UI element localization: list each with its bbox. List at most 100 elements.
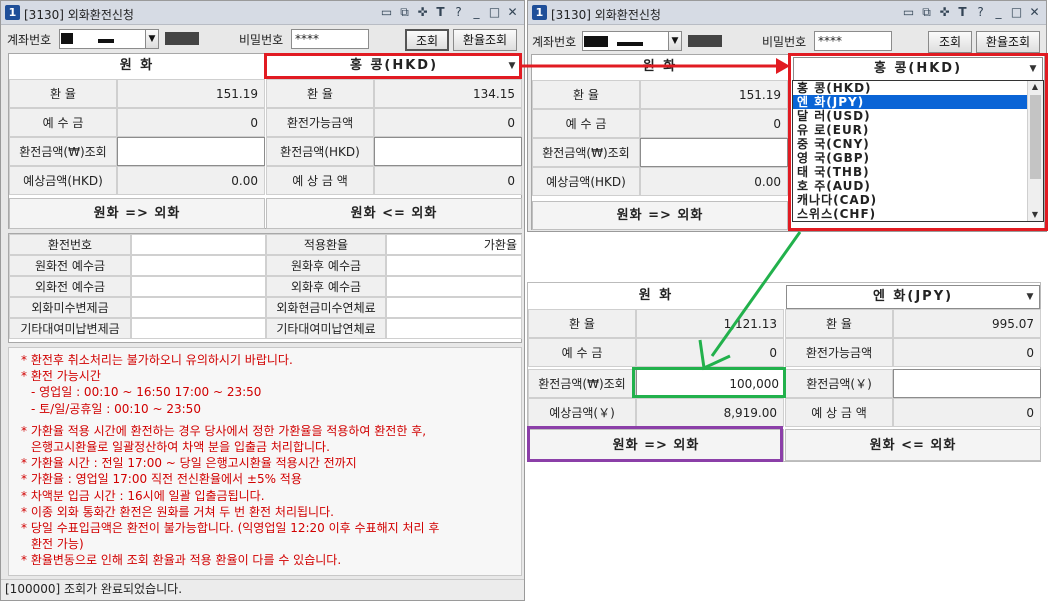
close-icon[interactable]: ✕	[505, 5, 520, 20]
dock-icon[interactable]: ▭	[379, 5, 394, 20]
screen-number-badge: 1	[5, 5, 20, 20]
info-value	[131, 297, 266, 318]
expected-amount-label: 예상금액(HKD)	[532, 167, 640, 196]
minimize-icon[interactable]: _	[991, 5, 1006, 20]
restore-icon[interactable]: ⧉	[397, 5, 412, 20]
maximize-icon[interactable]: □	[1009, 5, 1024, 20]
font-icon[interactable]: T	[433, 5, 448, 20]
notice-line: * 가환율 시간 : 전일 17:00 ~ 당일 은행고시환율 적용시간 전까지	[21, 456, 357, 471]
info-value	[131, 318, 266, 339]
masked-account-name	[688, 35, 722, 47]
krw-to-fx-button[interactable]: 원화 => 외화	[9, 198, 265, 229]
deposit-value: 0	[636, 338, 784, 367]
masked-account-name	[165, 32, 199, 45]
chevron-down-icon[interactable]: ▼	[1023, 288, 1037, 306]
available-amount-label: 환전가능금액	[266, 108, 374, 137]
fx-amount-input[interactable]	[374, 137, 522, 166]
help-icon[interactable]: ?	[451, 5, 466, 20]
account-dropdown-button[interactable]: ▼	[668, 31, 682, 51]
restore-icon[interactable]: ⧉	[919, 5, 934, 20]
info-value	[386, 297, 522, 318]
account-label: 계좌번호	[532, 35, 577, 49]
fx-to-krw-button[interactable]: 원화 <= 외화	[266, 198, 522, 229]
exchange-info-grid: 환전번호 적용환율 가환율 원화전 예수금 원화후 예수금 외화전 예수금 외화…	[8, 233, 522, 343]
info-value: 가환율	[386, 234, 522, 255]
info-label: 환전번호	[9, 234, 131, 255]
password-input[interactable]: ****	[814, 31, 892, 51]
krw-header: 원 화	[9, 54, 265, 78]
masked-account-block	[98, 39, 114, 43]
info-label: 원화후 예수금	[266, 255, 386, 276]
account-number-input[interactable]	[582, 31, 682, 51]
krw-amount-label: 환전금액(₩)조회	[532, 138, 640, 167]
fx-expected-amount-label: 예 상 금 액	[266, 166, 374, 195]
account-dropdown-button[interactable]: ▼	[145, 29, 159, 49]
fx-expected-amount-label: 예 상 금 액	[785, 398, 893, 427]
status-bar: [100000] 조회가 완료되었습니다.	[1, 579, 524, 600]
expected-amount-value: 8,919.00	[636, 398, 784, 427]
fx-rate-value: 134.15	[374, 79, 522, 108]
rate-query-button[interactable]: 환율조회	[453, 29, 517, 51]
fx-expected-amount-value: 0	[374, 166, 522, 195]
currency-select[interactable]: 엔 화(JPY) ▼	[786, 285, 1040, 309]
krw-header: 원 화	[532, 55, 788, 79]
notice-line: 환전 가능)	[31, 537, 84, 552]
account-bar: 계좌번호 ▼ 비밀번호 **** 조회 환율조회	[1, 26, 524, 52]
info-label: 외화현금미수연체료	[266, 297, 386, 318]
fx-amount-label: 환전금액(￥)	[785, 369, 893, 398]
rate-query-button[interactable]: 환율조회	[976, 31, 1040, 53]
notice-line: * 차액분 입금 시간 : 16시에 일괄 입출금됩니다.	[21, 488, 265, 503]
krw-to-fx-button[interactable]: 원화 => 외화	[532, 201, 788, 230]
info-label: 기타대여미납변제금	[9, 318, 131, 339]
info-label: 원화전 예수금	[9, 255, 131, 276]
info-label: 외화전 예수금	[9, 276, 131, 297]
rate-label: 환 율	[528, 309, 636, 338]
fx-to-krw-button[interactable]: 원화 <= 외화	[785, 429, 1041, 461]
krw-amount-input[interactable]	[640, 138, 788, 167]
password-label: 비밀번호	[239, 33, 284, 47]
fx-expected-amount-value: 0	[893, 398, 1041, 427]
fx-rate-value: 995.07	[893, 309, 1041, 338]
pin-icon[interactable]: ✜	[937, 5, 952, 20]
account-label: 계좌번호	[7, 33, 52, 47]
notice-line: - 토/일/공휴일 : 00:10 ~ 23:50	[31, 401, 201, 416]
available-amount-label: 환전가능금액	[785, 338, 893, 367]
title-bar[interactable]: 1 [3130] 외화환전신청 ▭ ⧉ ✜ T ? _ □ ✕	[528, 1, 1046, 25]
title-bar-icons: ▭ ⧉ ✜ T ? _ □ ✕	[901, 5, 1042, 20]
rate-value: 151.19	[117, 79, 265, 108]
account-bar: 계좌번호 ▼ 비밀번호 **** 조회 환율조회	[528, 26, 1046, 53]
available-amount-value: 0	[374, 108, 522, 137]
notice-line: * 환전후 취소처리는 불가하오니 유의하시기 바랍니다.	[21, 353, 293, 367]
expected-amount-label: 예상금액(￥)	[528, 398, 636, 427]
highlight-currency-select-left	[264, 53, 522, 79]
query-button[interactable]: 조회	[405, 29, 449, 51]
account-number-input[interactable]	[59, 29, 159, 49]
maximize-icon[interactable]: □	[487, 5, 502, 20]
title-bar[interactable]: 1 [3130] 외화환전신청 ▭ ⧉ ✜ T ? _ □ ✕	[1, 1, 524, 25]
deposit-label: 예 수 금	[9, 108, 117, 137]
title-bar-icons: ▭ ⧉ ✜ T ? _ □ ✕	[379, 5, 520, 20]
highlight-currency-dropdown	[788, 53, 1048, 231]
masked-account-block	[617, 42, 643, 46]
expected-amount-value: 0.00	[640, 167, 788, 196]
masked-account-block	[584, 36, 608, 47]
fx-amount-input[interactable]	[893, 369, 1041, 398]
rate-value: 1,121.13	[636, 309, 784, 338]
minimize-icon[interactable]: _	[469, 5, 484, 20]
currency-select-value: 엔 화(JPY)	[872, 289, 954, 304]
fx-rate-label: 환 율	[785, 309, 893, 338]
rate-label: 환 율	[532, 80, 640, 109]
pin-icon[interactable]: ✜	[415, 5, 430, 20]
query-button[interactable]: 조회	[928, 31, 972, 53]
close-icon[interactable]: ✕	[1027, 5, 1042, 20]
password-input[interactable]: ****	[291, 29, 369, 49]
window-title: [3130] 외화환전신청	[551, 8, 661, 22]
krw-amount-input[interactable]	[117, 137, 265, 166]
font-icon[interactable]: T	[955, 5, 970, 20]
dock-icon[interactable]: ▭	[901, 5, 916, 20]
info-label: 외화후 예수금	[266, 276, 386, 297]
exchange-panel: 원 화 환 율 151.19 예 수 금 0 환전금액(₩)조회 예상금액(HK…	[8, 53, 522, 229]
screen-number-badge: 1	[532, 5, 547, 20]
info-value	[386, 276, 522, 297]
help-icon[interactable]: ?	[973, 5, 988, 20]
